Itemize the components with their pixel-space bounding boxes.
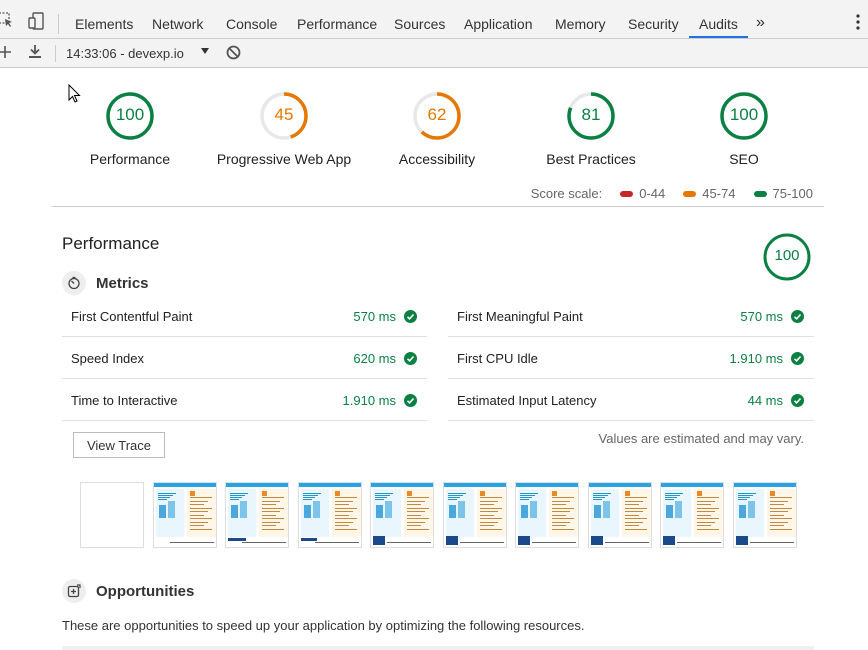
filmstrip-frame	[80, 482, 144, 548]
gauge-pwa[interactable]: 45 Progressive Web App	[209, 90, 359, 167]
tab-memory[interactable]: Memory	[545, 0, 616, 38]
metric-value: 1.910 ms	[729, 350, 783, 366]
pass-check-icon	[404, 309, 417, 323]
report-select[interactable]: 14:33:06 - devexp.io	[66, 46, 184, 61]
filmstrip-frame	[587, 482, 652, 548]
pass-check-icon	[404, 351, 417, 365]
metric-label: Speed Index	[71, 350, 145, 366]
score-range-pass: 75-100	[753, 186, 813, 201]
metric-label: First Contentful Paint	[71, 308, 193, 324]
pass-check-icon	[404, 393, 417, 407]
metric-row: First Meaningful Paint 570 ms	[448, 296, 814, 337]
filmstrip-frame	[225, 482, 289, 548]
gauge-score: 45	[274, 105, 294, 124]
tab-elements[interactable]: Elements	[65, 0, 143, 38]
metric-value: 570 ms	[740, 308, 783, 324]
gauge-label: Performance	[89, 151, 171, 167]
average-pill-icon	[683, 190, 697, 197]
metric-label: Time to Interactive	[71, 392, 178, 408]
stopwatch-icon	[62, 271, 86, 295]
score-range-average: 45-74	[683, 186, 736, 201]
gauge-score: 62	[427, 105, 447, 124]
metric-row: First CPU Idle 1.910 ms	[448, 338, 814, 379]
metrics-title: Metrics	[96, 274, 149, 292]
gauge-score: 81	[581, 105, 601, 124]
pass-check-icon	[791, 309, 804, 323]
score-range-fail: 0-44	[620, 186, 665, 201]
tab-network[interactable]: Network	[142, 0, 213, 38]
inspect-element-icon[interactable]	[0, 12, 14, 33]
score-scale: Score scale: 0-44 45-74 75-100	[531, 186, 813, 201]
gauge-label: Progressive Web App	[216, 151, 352, 167]
pass-pill-icon	[753, 190, 767, 197]
filmstrip-frame	[152, 482, 217, 548]
filmstrip-frame	[297, 482, 362, 548]
metric-label: Estimated Input Latency	[457, 392, 597, 408]
audits-toolbar: 14:33:06 - devexp.io	[0, 39, 868, 68]
metric-row: Time to Interactive 1.910 ms	[62, 380, 427, 421]
add-audit-icon[interactable]	[0, 45, 12, 64]
toolbar-separator	[58, 14, 59, 34]
metric-value: 620 ms	[353, 350, 396, 366]
performance-section-title: Performance	[62, 234, 160, 253]
pass-check-icon	[791, 351, 804, 365]
toolbar-separator	[55, 45, 56, 62]
tab-security[interactable]: Security	[618, 0, 689, 38]
gauge-label: SEO	[729, 151, 759, 167]
opportunities-header: Opportunities	[62, 579, 194, 603]
filmstrip-frame	[370, 482, 434, 548]
tab-application[interactable]: Application	[454, 0, 543, 38]
gauge-score: 100	[729, 105, 759, 124]
clear-reports-icon[interactable]	[226, 45, 241, 65]
download-report-icon[interactable]	[28, 44, 42, 65]
performance-score-value: 100	[774, 247, 800, 264]
performance-score-gauge: 100	[762, 232, 812, 282]
metric-row: Estimated Input Latency 44 ms	[448, 380, 814, 421]
gauge-score: 100	[115, 105, 145, 124]
kebab-menu-icon[interactable]	[856, 14, 860, 35]
filmstrip	[80, 482, 805, 548]
opportunities-description: These are opportunities to speed up your…	[62, 618, 585, 633]
gauge-best-practices[interactable]: 81 Best Practices	[516, 90, 666, 167]
gauge-seo[interactable]: 100 SEO	[669, 90, 819, 167]
tab-performance[interactable]: Performance	[287, 0, 387, 38]
device-toolbar-icon[interactable]	[28, 12, 44, 35]
filmstrip-frame	[732, 482, 797, 548]
view-trace-button[interactable]: View Trace	[73, 432, 165, 458]
metrics-header: Metrics	[62, 271, 149, 295]
gauge-label: Best Practices	[546, 151, 636, 167]
tab-sources[interactable]: Sources	[384, 0, 455, 38]
tab-audits[interactable]: Audits	[689, 0, 748, 38]
opportunities-table-header	[62, 646, 814, 650]
opportunities-icon	[62, 579, 86, 603]
devtools-tabbar: Elements Network Console Performance Sou…	[0, 0, 868, 39]
metric-value: 570 ms	[353, 308, 396, 324]
gauge-performance[interactable]: 100 Performance	[55, 90, 205, 167]
metric-row: First Contentful Paint 570 ms	[62, 296, 427, 337]
estimate-note: Values are estimated and may vary.	[598, 431, 804, 446]
metric-label: First CPU Idle	[457, 350, 538, 366]
score-scale-label: Score scale:	[530, 186, 603, 201]
filmstrip-frame	[660, 482, 724, 548]
more-tabs-button[interactable]: »	[746, 0, 775, 38]
filmstrip-frame	[515, 482, 579, 548]
filmstrip-frame	[442, 482, 507, 548]
pass-check-icon	[791, 393, 804, 407]
metric-value: 1.910 ms	[342, 392, 396, 408]
gauge-label: Accessibility	[398, 151, 476, 167]
chevron-down-icon[interactable]	[201, 48, 209, 54]
fail-pill-icon	[620, 190, 634, 197]
metric-value: 44 ms	[747, 392, 783, 408]
tab-console[interactable]: Console	[216, 0, 287, 38]
metric-row: Speed Index 620 ms	[62, 338, 427, 379]
metric-label: First Meaningful Paint	[457, 308, 583, 324]
section-divider	[52, 206, 824, 207]
opportunities-title: Opportunities	[96, 582, 195, 600]
gauge-accessibility[interactable]: 62 Accessibility	[362, 90, 512, 167]
